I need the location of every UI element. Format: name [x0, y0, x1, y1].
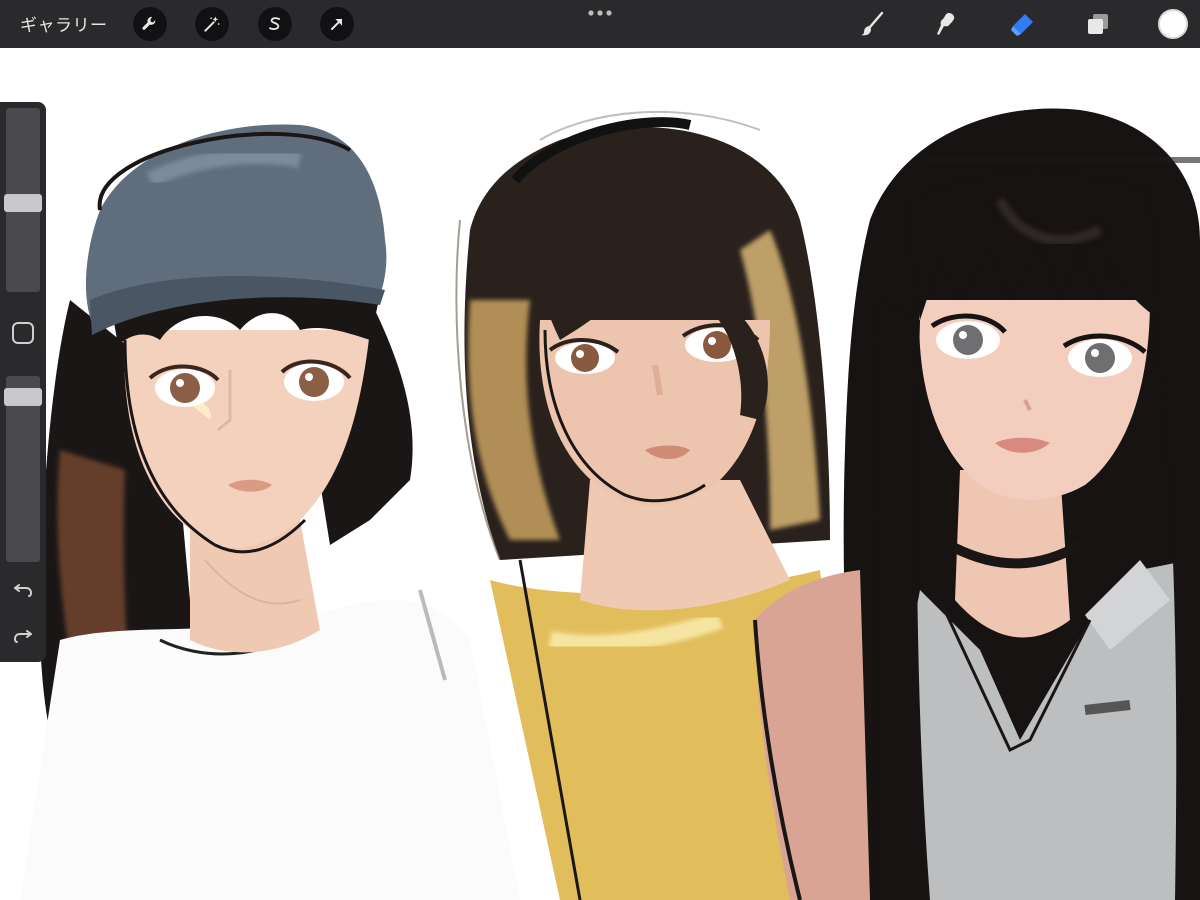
layers-button[interactable]	[1082, 8, 1114, 40]
wrench-icon	[142, 16, 156, 30]
gallery-link[interactable]: ギャラリー	[20, 11, 108, 36]
layers-icon	[1088, 14, 1108, 34]
redo-icon[interactable]	[11, 622, 35, 646]
transform-button[interactable]	[320, 7, 354, 41]
selection-button[interactable]	[258, 7, 292, 41]
selection-icon	[269, 17, 281, 30]
smudge-tool-button[interactable]	[930, 8, 962, 40]
brush-size-thumb[interactable]	[4, 194, 42, 213]
opacity-thumb[interactable]	[4, 388, 42, 406]
arrow-cursor-icon	[331, 18, 343, 30]
drawing-canvas[interactable]	[0, 48, 1200, 900]
figure-cap-girl	[20, 124, 520, 900]
undo-icon[interactable]	[11, 576, 35, 600]
eraser-icon	[1011, 14, 1033, 36]
ellipsis-icon[interactable]	[587, 6, 613, 20]
paint-tool-button[interactable]	[856, 8, 888, 40]
adjustments-button[interactable]	[195, 7, 229, 41]
actions-button[interactable]	[133, 7, 167, 41]
modify-square-icon[interactable]	[12, 322, 34, 344]
magic-wand-icon	[204, 16, 220, 32]
eraser-tool-button[interactable]	[1006, 8, 1038, 40]
smudge-icon	[937, 13, 955, 35]
artwork	[20, 108, 1200, 900]
brush-icon	[861, 11, 884, 36]
left-sidebar	[0, 102, 46, 662]
top-toolbar: ギャラリー	[0, 0, 1200, 48]
color-picker-swatch[interactable]	[1158, 9, 1188, 39]
